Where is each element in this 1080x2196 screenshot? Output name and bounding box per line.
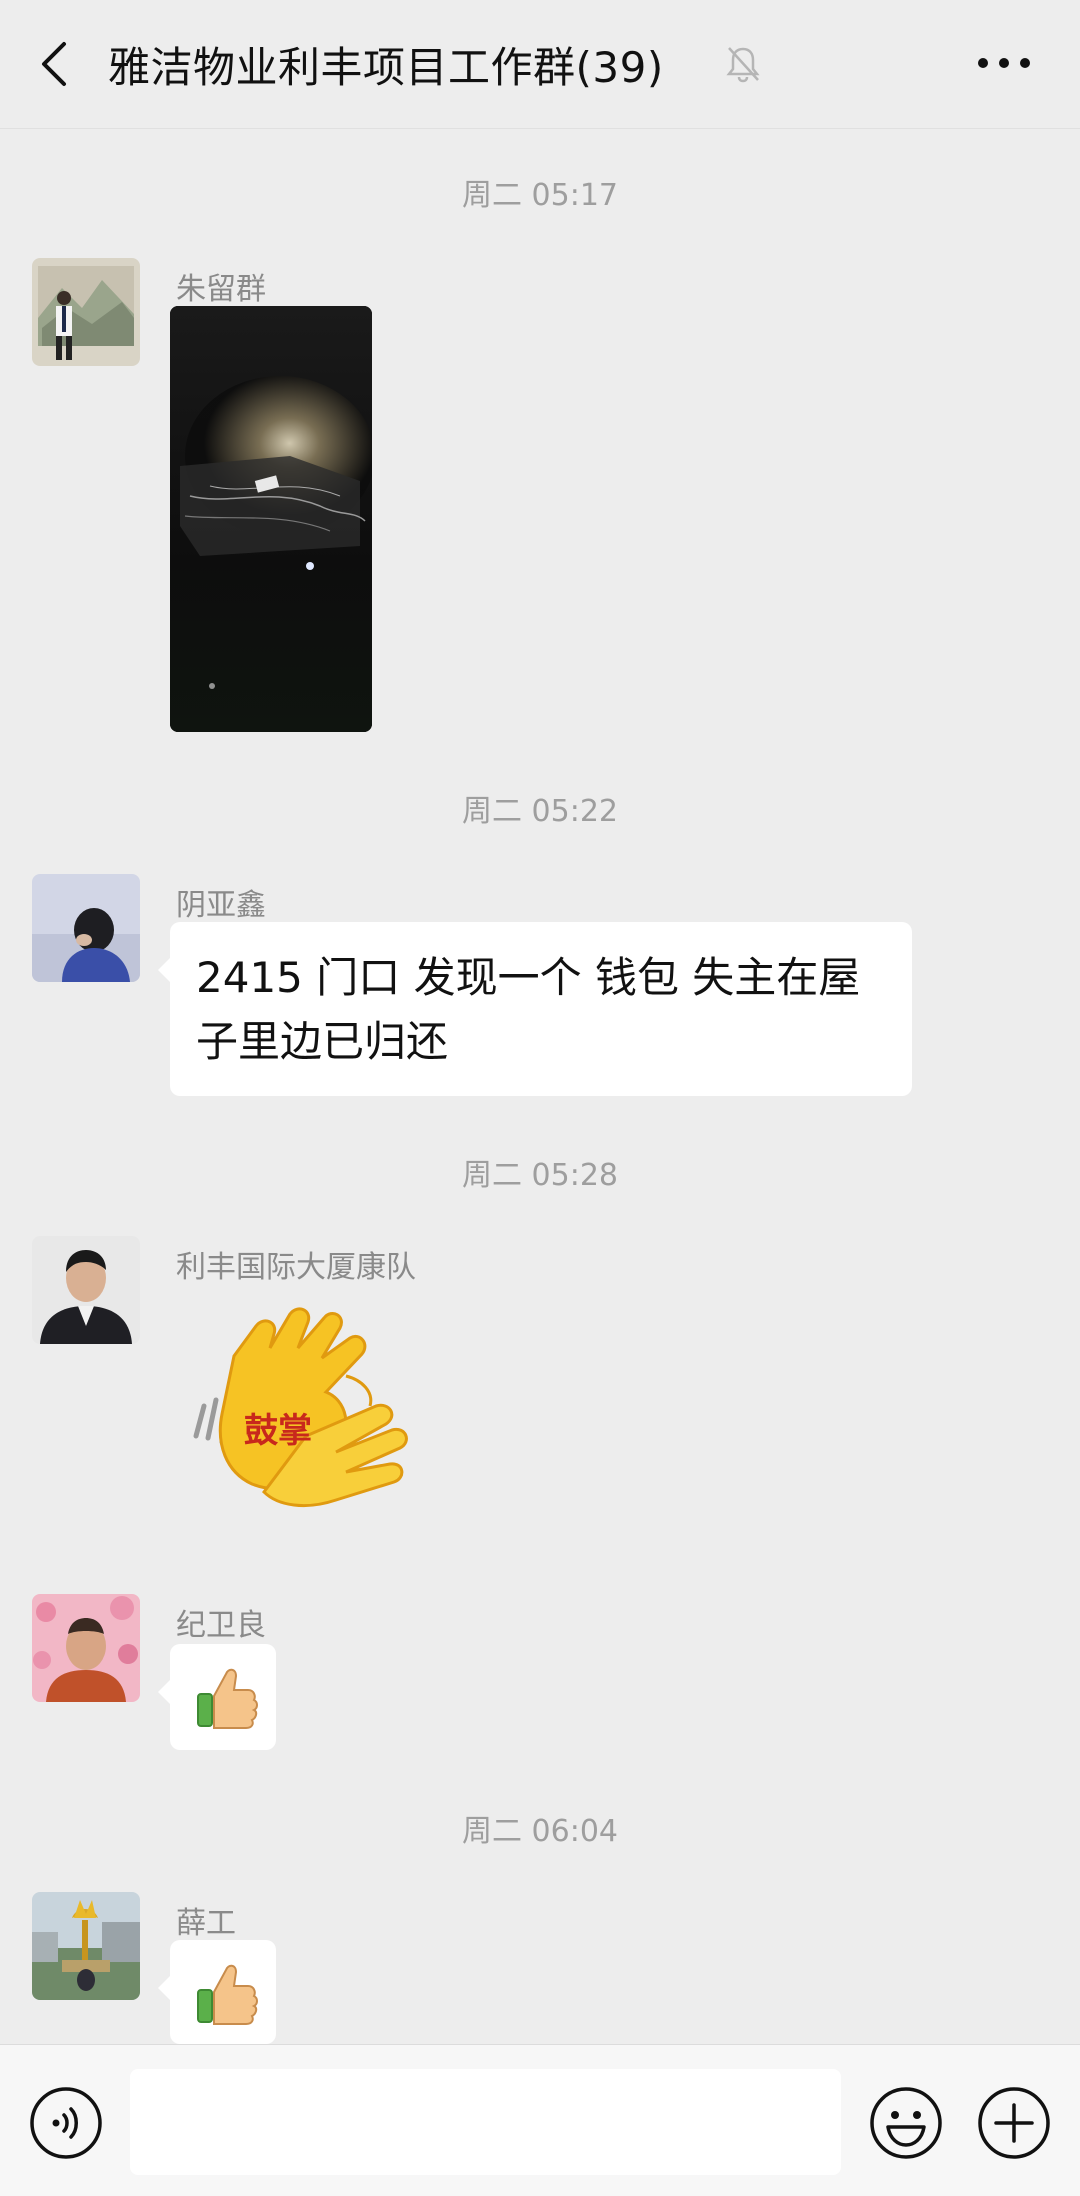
thumbs-up-icon xyxy=(197,1668,258,1729)
message-timestamp: 周二 05:22 xyxy=(462,794,618,829)
input-bar xyxy=(0,2044,1080,2196)
thumbs-up-icon xyxy=(197,1964,258,2025)
message-timestamp: 周二 06:04 xyxy=(462,1814,618,1849)
bubble-tail xyxy=(158,1680,170,1704)
bubble-tail xyxy=(158,958,170,982)
message-text-line: 子里边已归还 xyxy=(196,1017,449,1066)
avatar[interactable] xyxy=(32,874,140,982)
sticker-label: 鼓掌 xyxy=(244,1411,312,1451)
emoji-icon[interactable] xyxy=(868,2085,944,2161)
chat-header: 雅洁物业利丰项目工作群(39) xyxy=(0,0,1080,129)
muted-bell-icon xyxy=(726,47,760,83)
avatar[interactable] xyxy=(32,258,140,366)
message-timestamp: 周二 05:17 xyxy=(462,178,618,213)
emoji-message-bubble[interactable] xyxy=(158,1644,276,1750)
message-timestamp: 周二 05:28 xyxy=(462,1158,618,1193)
avatar[interactable] xyxy=(32,1236,140,1344)
sender-name: 阴亚鑫 xyxy=(176,888,266,923)
message-input[interactable] xyxy=(130,2069,841,2175)
avatar[interactable] xyxy=(32,1892,140,2000)
sender-name: 薛工 xyxy=(176,1906,236,1941)
clap-sticker[interactable]: 鼓掌 xyxy=(186,1296,450,1540)
message-text-line: 2415 门口 发现一个 钱包 失主在屋 xyxy=(196,953,861,1002)
sender-name: 利丰国际大厦康队 xyxy=(176,1250,416,1285)
text-message-bubble[interactable]: 2415 门口 发现一个 钱包 失主在屋 子里边已归还 xyxy=(158,922,912,1096)
more-options-icon[interactable] xyxy=(976,56,1032,70)
voice-input-icon[interactable] xyxy=(28,2085,104,2161)
emoji-message-bubble[interactable] xyxy=(158,1940,276,2044)
sender-name: 朱留群 xyxy=(176,272,266,307)
chat-title: 雅洁物业利丰项目工作群(39) xyxy=(108,43,664,92)
avatar[interactable] xyxy=(32,1594,140,1702)
bubble-tail xyxy=(158,1976,170,2000)
plus-icon[interactable] xyxy=(976,2085,1052,2161)
image-message[interactable] xyxy=(170,306,372,732)
back-arrow-icon[interactable] xyxy=(34,40,74,88)
sender-name: 纪卫良 xyxy=(176,1608,266,1643)
